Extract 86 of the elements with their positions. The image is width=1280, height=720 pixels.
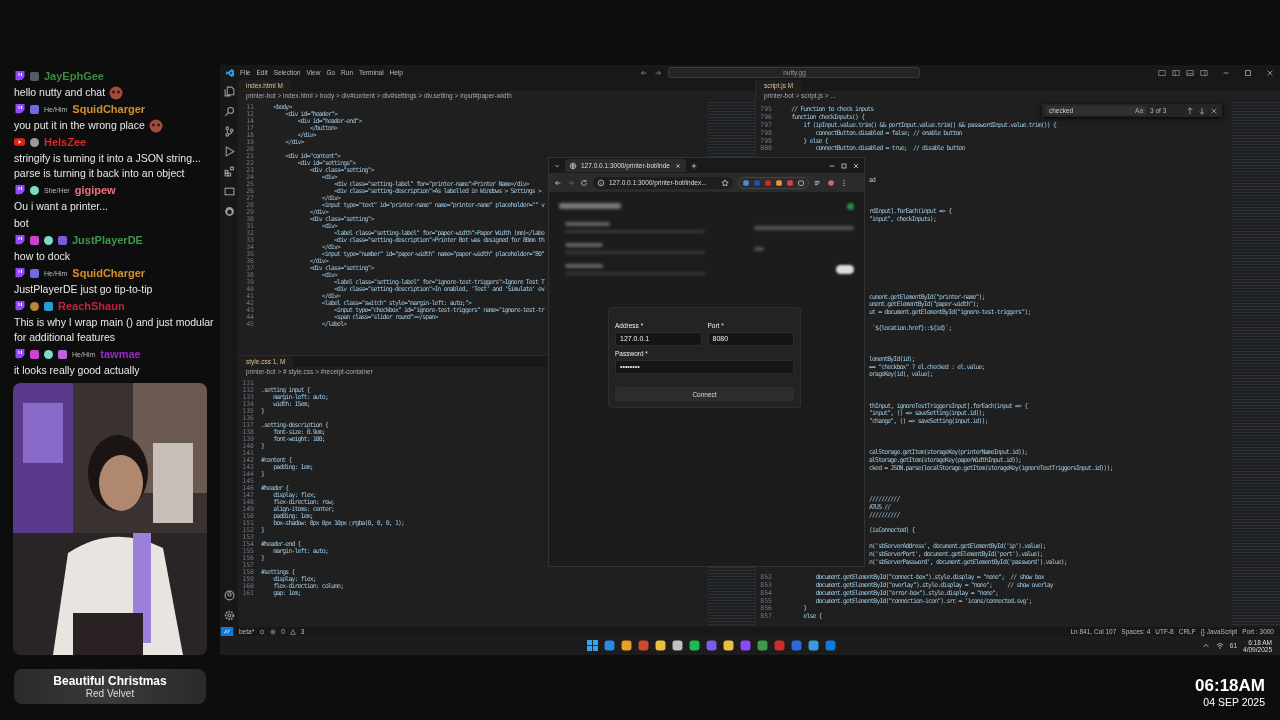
- youtube-icon: [14, 137, 25, 147]
- twitch-icon: [14, 104, 25, 114]
- app-icon[interactable]: [808, 640, 820, 651]
- editor-logo-icon: [226, 68, 234, 77]
- chat-message: bot: [14, 216, 29, 231]
- forward-arrow-icon[interactable]: [654, 68, 663, 77]
- warning-icon[interactable]: [289, 628, 296, 635]
- twitch-icon: [14, 349, 25, 359]
- up-arrow-icon[interactable]: [1186, 106, 1194, 115]
- run-debug-icon[interactable]: [223, 146, 235, 157]
- twitch-icon: [14, 301, 25, 311]
- song-artist: Red Velvet: [85, 688, 135, 699]
- new-tab-icon[interactable]: [689, 161, 698, 170]
- username: JayEphGee: [44, 70, 104, 82]
- app-icon[interactable]: [689, 640, 701, 651]
- app-icon[interactable]: [604, 640, 616, 651]
- app-icon[interactable]: [672, 640, 684, 651]
- maximize-icon[interactable]: [840, 161, 848, 170]
- star-icon[interactable]: [721, 178, 729, 187]
- chat-message: it looks really good actually: [14, 363, 140, 378]
- chat-message: how to dock: [14, 249, 71, 264]
- more-icon[interactable]: [840, 178, 848, 187]
- close-icon[interactable]: [1266, 68, 1274, 77]
- layout-icon[interactable]: [1186, 68, 1194, 77]
- username: SquidCharger: [72, 103, 146, 115]
- remote-icon[interactable]: [220, 627, 234, 636]
- username: tawmae: [100, 348, 141, 360]
- octocat-icon[interactable]: [223, 206, 235, 217]
- puzzle-icon[interactable]: [797, 178, 805, 187]
- chevron-up-icon[interactable]: [1201, 641, 1210, 650]
- chat-message: Ou i want a printer...: [14, 199, 108, 214]
- chat-message: stringify is turning it into a JSON string... parse is turning it back into an object: [14, 151, 202, 181]
- account-icon[interactable]: [223, 590, 235, 601]
- badge-icon: [30, 137, 39, 147]
- clock-date: 04 SEP 2025: [1203, 696, 1265, 708]
- username: HelsZee: [44, 136, 87, 148]
- remote-explorer-icon[interactable]: [223, 186, 235, 197]
- blurred-heading: [559, 203, 621, 209]
- settings-icon[interactable]: [223, 610, 235, 621]
- avatar-icon[interactable]: [827, 178, 835, 187]
- badge-icon: [30, 71, 39, 81]
- files-icon[interactable]: [223, 86, 235, 97]
- chat-message: hello nutty and chat: [14, 85, 106, 100]
- back-arrow-icon[interactable]: [554, 178, 562, 187]
- close-icon[interactable]: [673, 161, 682, 170]
- search-icon[interactable]: [223, 106, 235, 117]
- extensions-icon[interactable]: [223, 166, 235, 177]
- start-icon[interactable]: [587, 640, 599, 651]
- app-icon[interactable]: [757, 640, 769, 651]
- blurred-field: [754, 246, 764, 251]
- username: gigipew: [74, 184, 116, 196]
- source-control-icon[interactable]: [223, 126, 235, 137]
- layout-icon[interactable]: [1158, 68, 1166, 77]
- twitch-icon: [14, 268, 25, 278]
- status-dot-icon: [847, 202, 854, 210]
- close-icon[interactable]: [852, 161, 860, 170]
- app-icon[interactable]: [723, 640, 735, 651]
- username: JustPlayerDE: [72, 234, 143, 246]
- badge-icon: [30, 185, 39, 195]
- site-info-icon: [597, 178, 605, 187]
- back-arrow-icon[interactable]: [640, 68, 649, 77]
- clock-time: 06:18AM: [1195, 676, 1265, 696]
- layout-icon[interactable]: [1172, 68, 1180, 77]
- reload-icon[interactable]: [580, 178, 588, 187]
- layout-icon[interactable]: [1200, 68, 1208, 77]
- twitch-icon: [14, 185, 25, 195]
- chat-message: This is why I wrap main () and just modular for additional features: [14, 315, 215, 345]
- app-icon[interactable]: [621, 640, 633, 651]
- username: ReachShaun: [58, 300, 125, 312]
- app-icon[interactable]: [655, 640, 667, 651]
- song-title: Beautiful Christmas: [53, 674, 167, 688]
- badge-icon: [30, 104, 39, 114]
- globe-icon: [569, 161, 577, 170]
- username: SquidCharger: [72, 267, 146, 279]
- chat-message: JustPlayerDE just go tip-to-tip: [14, 282, 153, 297]
- twitch-icon: [14, 71, 25, 81]
- close-icon[interactable]: [1210, 106, 1218, 115]
- chat-message: you put it in the wrong place: [14, 118, 145, 133]
- media-icon[interactable]: [814, 178, 822, 187]
- error-icon[interactable]: [270, 628, 277, 635]
- badge-icon: [30, 268, 39, 278]
- down-arrow-icon[interactable]: [1198, 106, 1206, 115]
- wifi-icon[interactable]: [1215, 641, 1224, 650]
- sync-icon[interactable]: [259, 628, 266, 635]
- twitch-icon: [14, 235, 25, 245]
- maximize-icon[interactable]: [1244, 68, 1252, 77]
